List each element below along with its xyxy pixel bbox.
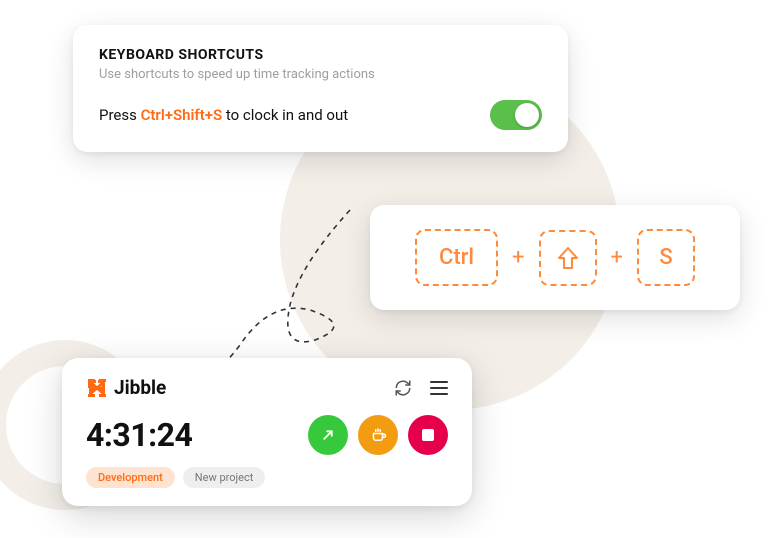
brand-name: Jibble <box>114 376 166 399</box>
shortcuts-title: KEYBOARD SHORTCUTS <box>99 47 542 63</box>
key-s: S <box>637 229 695 286</box>
shortcuts-card: KEYBOARD SHORTCUTS Use shortcuts to spee… <box>73 25 568 152</box>
clock-in-button[interactable] <box>308 415 348 455</box>
hotkey-text: Ctrl+Shift+S <box>141 106 223 124</box>
shortcuts-subtitle: Use shortcuts to speed up time tracking … <box>99 67 542 82</box>
project-tag[interactable]: New project <box>183 467 266 488</box>
plus-icon: + <box>512 245 524 270</box>
menu-icon[interactable] <box>430 381 448 395</box>
shortcuts-toggle[interactable] <box>490 100 542 130</box>
key-shift <box>539 230 597 286</box>
activity-tag[interactable]: Development <box>86 467 175 488</box>
shortcuts-description: Press Ctrl+Shift+S to clock in and out <box>99 106 348 124</box>
key-ctrl: Ctrl <box>415 229 498 286</box>
toggle-knob <box>515 103 539 127</box>
press-prefix: Press <box>99 106 141 124</box>
timer-value: 4:31:24 <box>86 416 192 454</box>
break-button[interactable] <box>358 415 398 455</box>
sync-icon[interactable] <box>394 379 412 397</box>
brand: Jibble <box>86 376 166 399</box>
shift-up-arrow-icon <box>557 246 579 270</box>
timer-card: Jibble 4:31:24 <box>62 358 472 506</box>
clock-out-button[interactable] <box>408 415 448 455</box>
stop-icon <box>422 429 434 441</box>
plus-icon: + <box>611 245 623 270</box>
press-suffix: to clock in and out <box>222 106 348 124</box>
keys-card: Ctrl + + S <box>370 205 740 310</box>
jibble-logo-icon <box>86 377 108 399</box>
